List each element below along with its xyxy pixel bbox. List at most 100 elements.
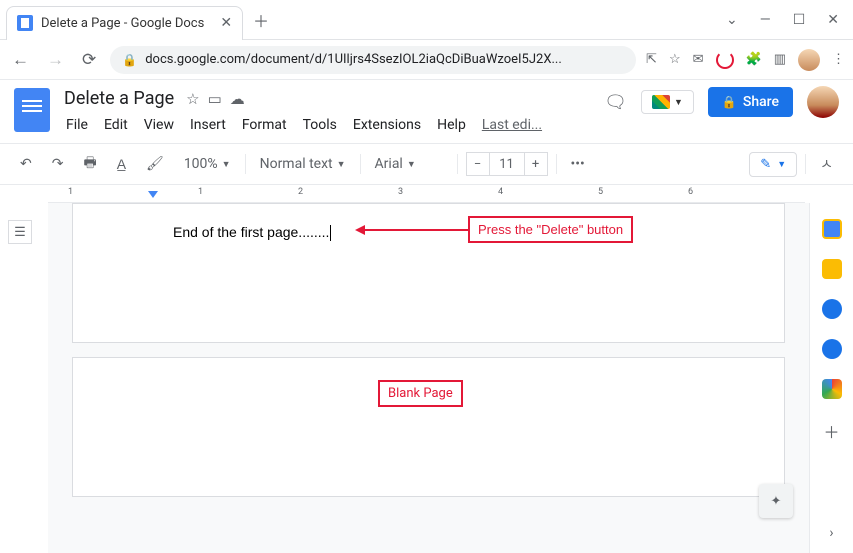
font-dropdown[interactable]: Arial ▼ [369, 152, 449, 176]
editing-mode-button[interactable]: ✎ ▼ [749, 152, 797, 177]
browser-titlebar: Delete a Page - Google Docs ✕ ＋ ⌄ — ☐ ✕ [0, 0, 853, 40]
reading-list-icon[interactable]: ▥ [774, 52, 786, 67]
outline-toggle-icon[interactable]: ☰ [8, 220, 32, 244]
cloud-icon[interactable]: ☁ [230, 90, 245, 108]
window-controls: ⌄ — ☐ ✕ [712, 12, 853, 28]
style-dropdown[interactable]: Normal text ▼ [254, 152, 352, 176]
browser-tab[interactable]: Delete a Page - Google Docs ✕ [6, 6, 243, 40]
close-tab-icon[interactable]: ✕ [220, 15, 232, 31]
account-avatar[interactable] [807, 86, 839, 118]
separator [245, 154, 246, 174]
new-tab-button[interactable]: ＋ [243, 8, 279, 32]
increase-font-button[interactable]: + [524, 152, 548, 176]
menu-help[interactable]: Help [431, 113, 472, 137]
font-size-control: − 11 + [466, 152, 548, 176]
lock-icon: 🔒 [722, 95, 737, 109]
forward-icon[interactable]: → [43, 46, 68, 74]
tab-favicon [17, 15, 33, 31]
browser-addressbar: ← → ⟳ 🔒 docs.google.com/document/d/1UIlj… [0, 40, 853, 80]
font-size-input[interactable]: 11 [490, 152, 524, 176]
profile-avatar[interactable] [798, 49, 820, 71]
annotation-press-delete: Press the "Delete" button [468, 216, 633, 243]
annotation-arrow [363, 229, 471, 231]
comments-icon[interactable]: 🗨 [604, 92, 627, 113]
mail-icon[interactable]: ✉ [693, 52, 704, 67]
separator [360, 154, 361, 174]
decrease-font-button[interactable]: − [466, 152, 490, 176]
back-icon[interactable]: ← [8, 46, 33, 74]
ruler-tick: 4 [498, 187, 503, 197]
kebab-menu-icon[interactable]: ⋮ [832, 52, 845, 67]
more-tools-icon[interactable]: ••• [565, 152, 591, 176]
maps-icon[interactable] [822, 379, 842, 399]
indent-marker-icon[interactable] [148, 191, 158, 198]
separator [556, 154, 557, 174]
spellcheck-icon[interactable]: A̲ [111, 152, 132, 177]
pen-icon: ✎ [760, 157, 771, 172]
side-panel: ＋ › [809, 203, 853, 553]
share-page-icon[interactable]: ⇱ [646, 52, 657, 67]
share-label: Share [743, 94, 779, 110]
menu-insert[interactable]: Insert [184, 113, 232, 137]
tab-title: Delete a Page - Google Docs [41, 16, 204, 31]
ruler[interactable]: 1 1 2 3 4 5 6 [48, 185, 805, 203]
menu-tools[interactable]: Tools [297, 113, 343, 137]
menu-edit[interactable]: Edit [98, 113, 134, 137]
star-icon[interactable]: ☆ [186, 90, 199, 108]
explore-button[interactable]: ✦ [759, 484, 793, 518]
style-value: Normal text [260, 156, 333, 172]
tasks-icon[interactable] [822, 299, 842, 319]
extensions-icon[interactable]: 🧩 [746, 52, 762, 67]
font-value: Arial [375, 156, 403, 172]
minimize-icon[interactable]: — [760, 12, 771, 28]
content-area: End of the first page........ Press the … [0, 203, 853, 553]
page-1[interactable]: End of the first page........ Press the … [72, 203, 785, 343]
contacts-icon[interactable] [822, 339, 842, 359]
zoom-value: 100% [184, 156, 218, 172]
add-addons-icon[interactable]: ＋ [823, 419, 839, 443]
document-text: End of the first page........ [173, 224, 329, 240]
docs-logo-icon[interactable] [14, 88, 50, 132]
ruler-tick: 6 [688, 187, 693, 197]
chevron-down-icon[interactable]: ⌄ [726, 12, 738, 28]
maximize-icon[interactable]: ☐ [793, 12, 806, 28]
doc-title-input[interactable]: Delete a Page [60, 86, 178, 111]
reload-icon[interactable]: ⟳ [78, 46, 100, 74]
keep-icon[interactable] [822, 259, 842, 279]
url-input[interactable]: 🔒 docs.google.com/document/d/1UIljrs4Sse… [110, 46, 636, 74]
hide-menus-icon[interactable]: ㅅ [814, 150, 839, 178]
caret-icon: ▼ [337, 159, 346, 170]
share-button[interactable]: 🔒 Share [708, 87, 793, 117]
calendar-icon[interactable] [822, 219, 842, 239]
bookmark-icon[interactable]: ☆ [669, 52, 681, 67]
ruler-tick: 3 [398, 187, 403, 197]
undo-icon[interactable]: ↶ [14, 152, 38, 176]
zoom-dropdown[interactable]: 100% ▼ [178, 152, 237, 176]
menu-file[interactable]: File [60, 113, 94, 137]
document-area[interactable]: End of the first page........ Press the … [48, 203, 809, 553]
header-right: 🗨 ▼ 🔒 Share [604, 86, 839, 118]
lock-icon: 🔒 [122, 53, 137, 67]
url-text: docs.google.com/document/d/1UIljrs4SsezI… [145, 52, 562, 67]
ruler-tick: 1 [198, 187, 203, 197]
paint-format-icon[interactable]: 🖌 [140, 152, 170, 176]
browser-toolbar-right: ⇱ ☆ ✉ 🧩 ▥ ⋮ [646, 49, 845, 71]
page-2[interactable]: Blank Page [72, 357, 785, 497]
move-icon[interactable]: ▭ [208, 90, 222, 108]
annotation-blank-page: Blank Page [378, 380, 463, 407]
opera-ext-icon[interactable] [716, 51, 734, 69]
redo-icon[interactable]: ↷ [46, 152, 70, 176]
caret-icon: ▼ [674, 97, 683, 108]
meet-icon [652, 95, 670, 109]
menu-view[interactable]: View [138, 113, 180, 137]
menu-extensions[interactable]: Extensions [347, 113, 427, 137]
menu-format[interactable]: Format [236, 113, 293, 137]
text-cursor [330, 225, 331, 241]
caret-icon: ▼ [222, 159, 231, 170]
meet-button[interactable]: ▼ [641, 90, 694, 114]
menu-bar: File Edit View Insert Format Tools Exten… [60, 113, 542, 137]
print-icon[interactable]: 🖶 [77, 148, 102, 180]
close-window-icon[interactable]: ✕ [827, 12, 839, 28]
last-edit-link[interactable]: Last edi... [482, 113, 542, 137]
collapse-panel-icon[interactable]: › [829, 525, 833, 541]
